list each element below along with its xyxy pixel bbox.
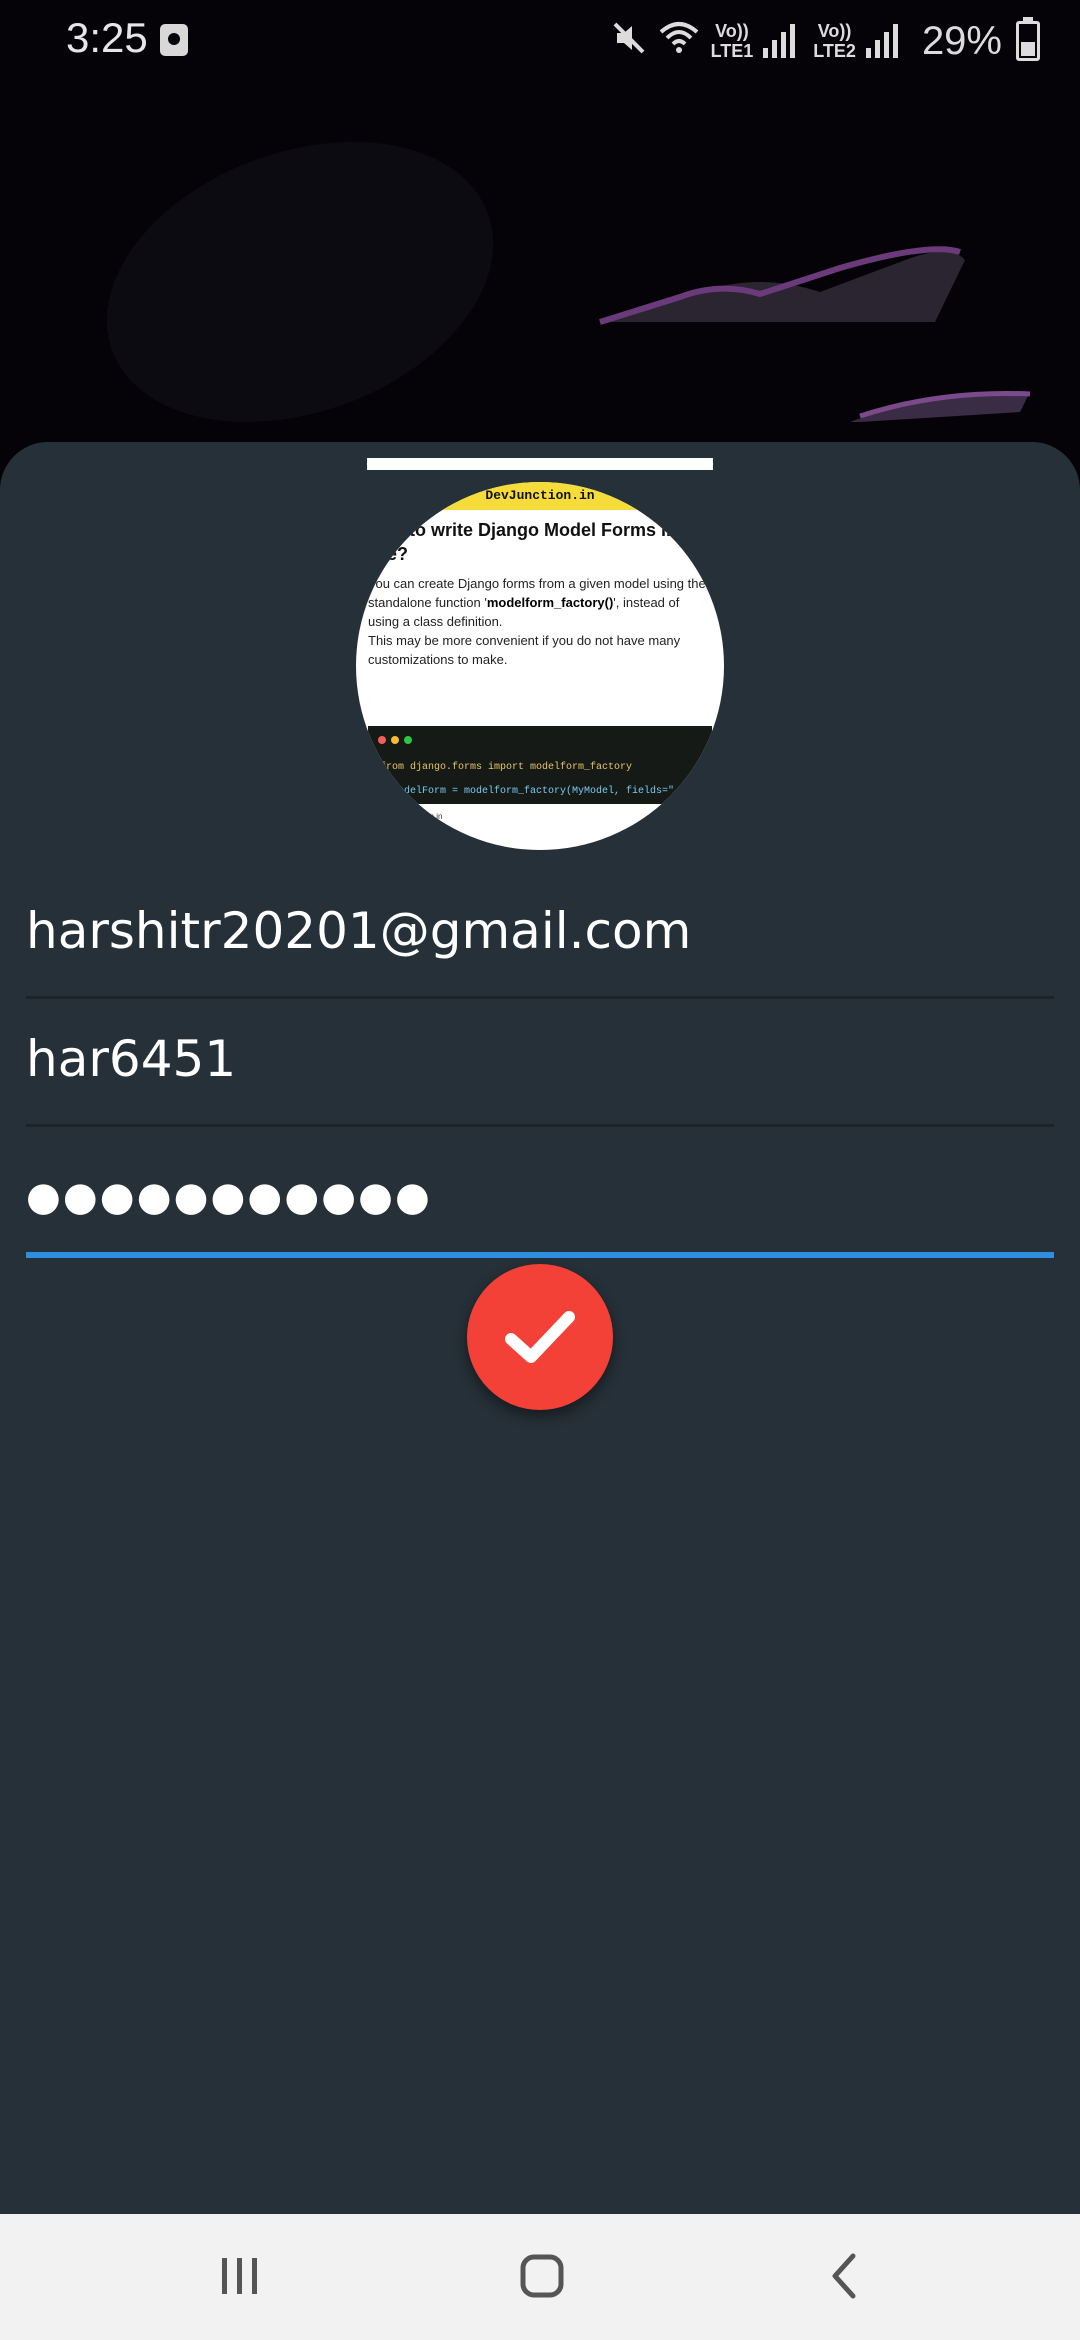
submit-button[interactable] [467, 1264, 613, 1410]
code-line-1: from django.forms import modelform_facto… [380, 762, 633, 773]
home-icon [520, 2254, 564, 2298]
back-icon [832, 2253, 856, 2299]
preview-title: How to write Django Model Forms in one l… [366, 520, 715, 564]
mute-icon [611, 20, 647, 62]
lte2-indicator: Vo)) LTE2 [813, 21, 856, 61]
lte2-label: LTE2 [813, 41, 856, 61]
battery-icon [1016, 17, 1040, 61]
password-field[interactable]: ●●●●●●●●●●● [26, 1124, 1054, 1258]
email-value: harshitr20201@gmail.com [26, 902, 692, 960]
volte1-label: Vo)) [715, 21, 749, 41]
username-field[interactable]: har6451 [26, 996, 1054, 1127]
window-dots-icon [378, 736, 412, 744]
email-field[interactable]: harshitr20201@gmail.com [26, 868, 1054, 999]
status-icons: Vo)) LTE1 Vo)) LTE2 29% [611, 14, 1040, 68]
back-button[interactable] [815, 2246, 875, 2306]
home-button[interactable] [512, 2246, 572, 2306]
preview-body-bold: modelform_factory() [486, 595, 614, 610]
check-icon [505, 1311, 575, 1363]
drag-handle[interactable] [367, 458, 713, 470]
profile-preview-image: DevJunction.in How to write Django Model… [356, 482, 724, 850]
username-value: har6451 [26, 1030, 237, 1088]
status-bar: 3:25 Vo)) LTE1 Vo)) LTE2 29% [0, 0, 1080, 82]
signal-1-icon [763, 24, 796, 58]
lte1-indicator: Vo)) LTE1 [711, 21, 754, 61]
lte1-label: LTE1 [710, 41, 754, 61]
recents-icon [222, 2258, 257, 2294]
wifi-icon [657, 20, 701, 62]
volte2-label: Vo)) [817, 21, 852, 41]
preview-body-line2: This may be more convenient if you do no… [368, 633, 681, 667]
alarm-icon [160, 24, 188, 56]
recents-button[interactable] [210, 2246, 270, 2306]
code-line-2: MyModelForm = modelform_factory(MyModel,… [380, 786, 724, 797]
signal-2-icon [865, 24, 898, 58]
login-sheet: DevJunction.in How to write Django Model… [0, 442, 1080, 2214]
background-illustration [106, 141, 1031, 423]
preview-footer: DevJunction.in [390, 812, 443, 821]
password-value: ●●●●●●●●●●● [26, 1174, 432, 1220]
preview-code-block: from django.forms import modelform_facto… [368, 726, 724, 804]
status-time: 3:25 [66, 14, 148, 61]
battery-percent: 29% [921, 18, 1002, 63]
preview-banner: DevJunction.in [356, 482, 724, 510]
navigation-bar [0, 2214, 1080, 2340]
preview-body: You can create Django forms from a given… [368, 574, 714, 669]
